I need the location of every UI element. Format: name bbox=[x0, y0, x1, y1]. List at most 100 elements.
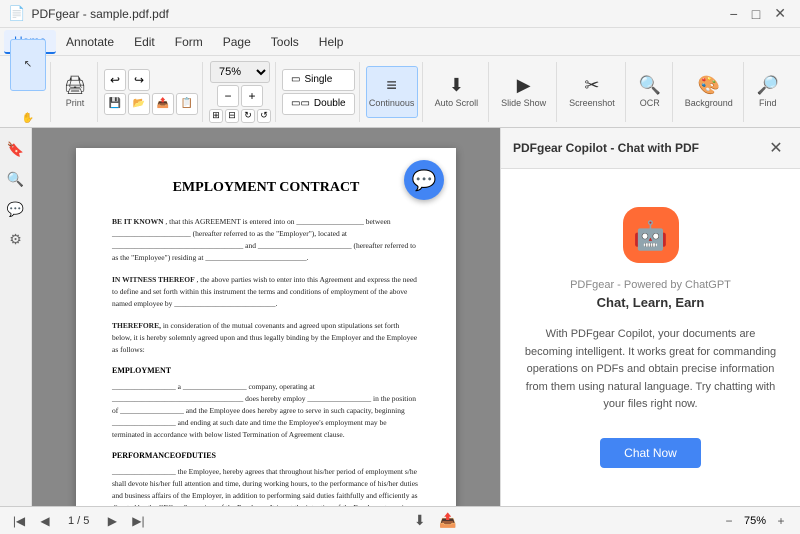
pdf-para3: THEREFORE, in consideration of the mutua… bbox=[112, 320, 420, 356]
pdf-page: EMPLOYMENT CONTRACT BE IT KNOWN , that t… bbox=[76, 148, 456, 506]
chat-now-button[interactable]: Chat Now bbox=[600, 438, 701, 468]
close-button[interactable]: ✕ bbox=[768, 0, 792, 28]
toolbar: ↖ ✋ 🖨 Print ↩ ↪ 💾 📂 📤 📋 bbox=[0, 56, 800, 128]
view-mode-group: ▭ Single ▭▭ Double bbox=[278, 62, 360, 122]
background-button[interactable]: 🎨 Background bbox=[679, 66, 739, 118]
zoom-out-bottom-button[interactable]: − bbox=[718, 510, 740, 532]
next-page-button[interactable]: ▶ bbox=[101, 510, 123, 532]
bottom-zoom-controls: − 75% + bbox=[718, 510, 792, 532]
app-logo-icon: 📄 bbox=[8, 5, 25, 22]
pdf-duties-text: _________________ the Employee, hereby a… bbox=[112, 466, 420, 506]
copilot-description: With PDFgear Copilot, your documents are… bbox=[521, 326, 780, 414]
find-icon: 🔎 bbox=[757, 75, 779, 96]
screenshot-icon: ✂ bbox=[584, 75, 599, 96]
slideshow-group: ▶ Slide Show bbox=[491, 62, 557, 122]
copilot-logo-glyph: 🤖 bbox=[633, 219, 668, 252]
print-button[interactable]: 🖨 Print bbox=[57, 66, 93, 118]
slide-show-button[interactable]: ▶ Slide Show bbox=[495, 66, 552, 118]
rotate-ccw-button[interactable]: ↺ bbox=[257, 109, 271, 123]
auto-scroll-button[interactable]: ⬇ Auto Scroll bbox=[429, 66, 485, 118]
prev-page-button[interactable]: ◀ bbox=[34, 510, 56, 532]
page-indicator: 1 / 5 bbox=[60, 515, 97, 527]
select-tool-button[interactable]: ↖ bbox=[10, 39, 46, 91]
fit-width-button[interactable]: ⊟ bbox=[225, 109, 239, 123]
menu-tools[interactable]: Tools bbox=[261, 31, 309, 53]
pdf-employment-text: _________________ a _________________ co… bbox=[112, 381, 420, 441]
minimize-button[interactable]: − bbox=[724, 0, 744, 28]
ocr-icon: 🔍 bbox=[638, 75, 660, 96]
screenshot-group: ✂ Screenshot bbox=[559, 62, 626, 122]
menu-page[interactable]: Page bbox=[213, 31, 261, 53]
bottom-bar: |◀ ◀ 1 / 5 ▶ ▶| ⬇ 📤 − 75% + bbox=[0, 506, 800, 534]
sidebar: 🔖 🔍 💬 ⚙ bbox=[0, 128, 32, 506]
find-group: 🔎 Find bbox=[746, 62, 790, 122]
continuous-icon: ≡ bbox=[386, 75, 397, 96]
single-view-button[interactable]: ▭ Single bbox=[282, 69, 355, 91]
action-buttons: ⬇ 📤 bbox=[409, 510, 459, 532]
background-group: 🎨 Background bbox=[675, 62, 744, 122]
menu-edit[interactable]: Edit bbox=[124, 31, 165, 53]
pdf-section-employment: EMPLOYMENT bbox=[112, 366, 420, 375]
copilot-title: PDFgear Copilot - Chat with PDF bbox=[513, 141, 699, 155]
sidebar-search-icon[interactable]: 🔍 bbox=[3, 166, 29, 192]
find-button[interactable]: 🔎 Find bbox=[750, 66, 786, 118]
ocr-group: 🔍 OCR bbox=[628, 62, 673, 122]
pdf-viewer[interactable]: EMPLOYMENT CONTRACT BE IT KNOWN , that t… bbox=[32, 128, 500, 506]
edit-tools-group: ↩ ↪ 💾 📂 📤 📋 bbox=[100, 62, 203, 122]
last-page-button[interactable]: ▶| bbox=[127, 510, 149, 532]
chat-fab-button[interactable]: 💬 bbox=[404, 160, 444, 200]
zoom-in-bottom-button[interactable]: + bbox=[770, 510, 792, 532]
background-icon: 🎨 bbox=[698, 75, 720, 96]
maximize-button[interactable]: □ bbox=[746, 0, 766, 28]
continuous-group: ≡ Continuous bbox=[362, 62, 423, 122]
zoom-in-button[interactable]: + bbox=[241, 85, 263, 107]
ocr-button[interactable]: 🔍 OCR bbox=[632, 66, 668, 118]
menubar: Home Annotate Edit Form Page Tools Help bbox=[0, 28, 800, 56]
menu-help[interactable]: Help bbox=[309, 31, 354, 53]
screenshot-button[interactable]: ✂ Screenshot bbox=[563, 66, 621, 118]
total-pages: 5 bbox=[83, 515, 89, 527]
share-button[interactable]: 📤 bbox=[152, 93, 174, 115]
copilot-brand: PDFgear - Powered by ChatGPT bbox=[570, 279, 731, 291]
pdf-para2: IN WITNESS THEREOF , the above parties w… bbox=[112, 274, 420, 310]
current-page: 1 bbox=[68, 515, 74, 527]
pdf-para1: BE IT KNOWN , that this AGREEMENT is ent… bbox=[112, 216, 420, 264]
chat-fab-icon: 💬 bbox=[412, 168, 437, 193]
menu-form[interactable]: Form bbox=[165, 31, 213, 53]
zoom-level-label: 75% bbox=[744, 515, 766, 527]
double-view-button[interactable]: ▭▭ Double bbox=[282, 93, 355, 115]
sidebar-bookmark-icon[interactable]: 🔖 bbox=[3, 136, 29, 162]
first-page-button[interactable]: |◀ bbox=[8, 510, 30, 532]
page-navigation: |◀ ◀ 1 / 5 ▶ ▶| bbox=[8, 510, 149, 532]
save-button[interactable]: 💾 bbox=[104, 93, 126, 115]
download-button[interactable]: ⬇ bbox=[409, 510, 431, 532]
main-area: 🔖 🔍 💬 ⚙ EMPLOYMENT CONTRACT BE IT KNOWN … bbox=[0, 128, 800, 506]
zoom-group: 75% 50% 100% 125% 150% − + ⊞ ⊟ ↻ ↺ bbox=[205, 62, 276, 122]
window-title: PDFgear - sample.pdf.pdf bbox=[31, 7, 168, 21]
copilot-tagline: Chat, Learn, Earn bbox=[597, 295, 705, 310]
copy-button[interactable]: 📋 bbox=[176, 93, 198, 115]
rotate-cw-button[interactable]: ↻ bbox=[241, 109, 255, 123]
menu-annotate[interactable]: Annotate bbox=[56, 31, 124, 53]
print-icon: 🖨 bbox=[64, 75, 87, 96]
zoom-out-button[interactable]: − bbox=[217, 85, 239, 107]
copilot-logo-icon: 🤖 bbox=[623, 207, 679, 263]
autoscroll-group: ⬇ Auto Scroll bbox=[425, 62, 490, 122]
hand-icon: ✋ bbox=[22, 113, 34, 124]
sidebar-comment-icon[interactable]: 💬 bbox=[3, 196, 29, 222]
continuous-view-button[interactable]: ≡ Continuous bbox=[366, 66, 418, 118]
autoscroll-icon: ⬇ bbox=[449, 75, 464, 96]
pdf-document-title: EMPLOYMENT CONTRACT bbox=[112, 180, 420, 196]
fit-page-button[interactable]: ⊞ bbox=[209, 109, 223, 123]
zoom-select[interactable]: 75% 50% 100% 125% 150% bbox=[210, 61, 270, 83]
single-icon: ▭ bbox=[291, 74, 300, 85]
undo-button[interactable]: ↩ bbox=[104, 69, 126, 91]
open-button[interactable]: 📂 bbox=[128, 93, 150, 115]
copilot-close-button[interactable]: ✕ bbox=[764, 136, 788, 160]
share-bottom-button[interactable]: 📤 bbox=[437, 510, 459, 532]
redo-button[interactable]: ↪ bbox=[128, 69, 150, 91]
sidebar-settings-icon[interactable]: ⚙ bbox=[3, 226, 29, 252]
slideshow-icon: ▶ bbox=[517, 75, 531, 96]
pointer-group: ↖ ✋ bbox=[6, 62, 51, 122]
window-controls: − □ ✕ bbox=[724, 0, 792, 28]
